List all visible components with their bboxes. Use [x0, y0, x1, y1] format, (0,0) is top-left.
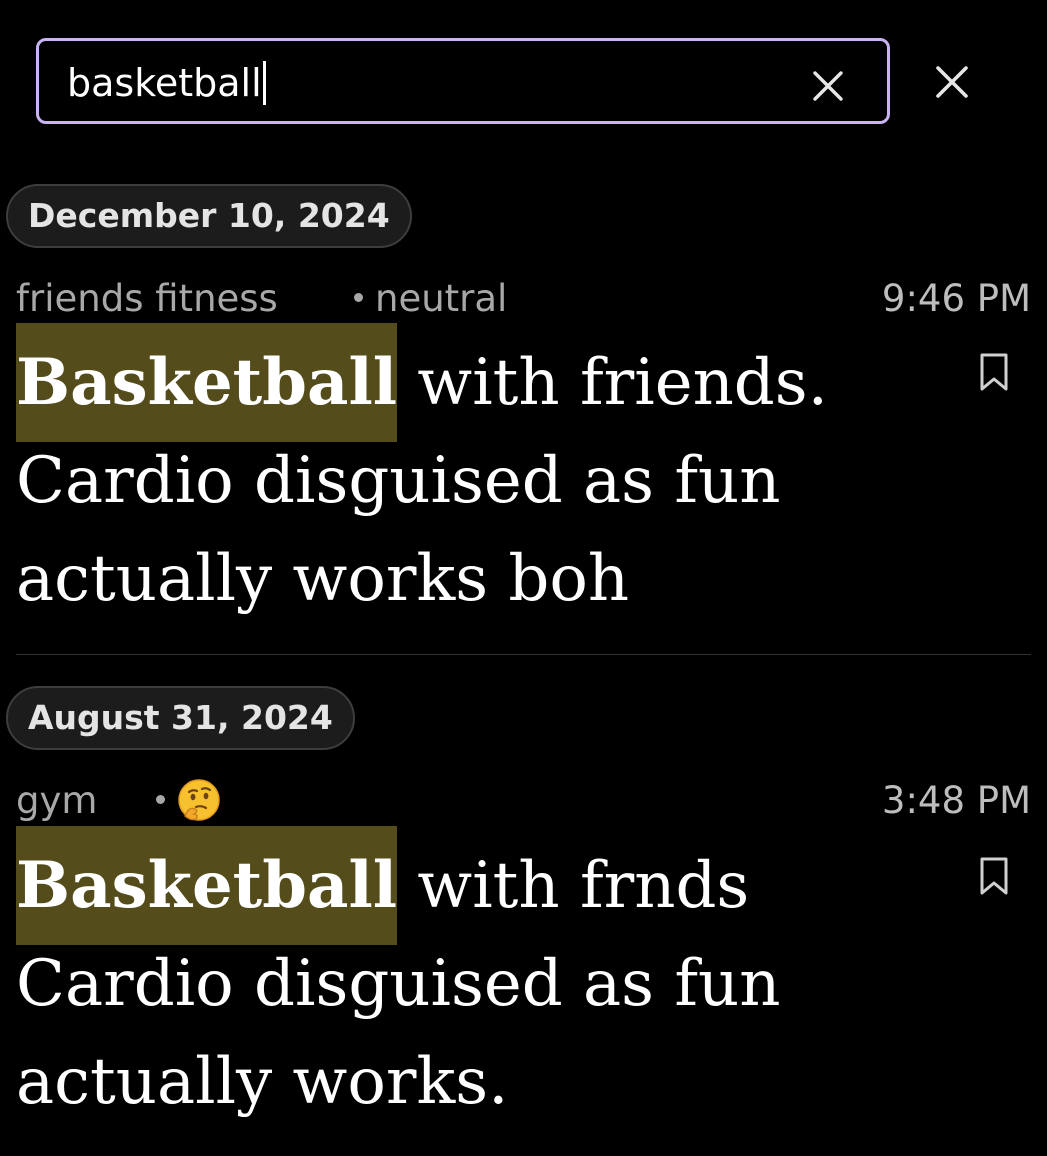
- separator-dot: [354, 293, 363, 302]
- entry-meta: friends fitness neutral 9:46 PM: [16, 276, 1031, 322]
- search-match-highlight: Basketball: [16, 826, 398, 945]
- search-field[interactable]: basketball: [36, 38, 890, 124]
- close-x-icon[interactable]: [934, 64, 970, 100]
- mood-label: neutral: [375, 277, 508, 320]
- entry-body[interactable]: Basketball with friends. Cardio disguise…: [16, 323, 946, 628]
- bookmark-icon[interactable]: [978, 352, 1010, 392]
- text-caret: [262, 61, 266, 105]
- entry-divider: [16, 654, 1031, 655]
- search-input[interactable]: basketball: [67, 61, 266, 105]
- entry-mood: [156, 778, 221, 825]
- date-badge: December 10, 2024: [6, 184, 412, 248]
- bookmark-icon[interactable]: [978, 856, 1010, 896]
- search-input-value[interactable]: basketball: [67, 61, 262, 105]
- entry-time: 9:46 PM: [881, 277, 1031, 320]
- entry-body[interactable]: Basketball with frnds Cardio disguised a…: [16, 826, 946, 1131]
- entry-tag: friends fitness: [16, 277, 278, 320]
- clear-x-icon[interactable]: [811, 69, 845, 103]
- entry-meta: gym 3:48 PM: [16, 778, 1031, 824]
- separator-dot: [156, 795, 165, 804]
- search-match-highlight: Basketball: [16, 323, 398, 442]
- entry-time: 3:48 PM: [881, 779, 1031, 822]
- thinking-face-emoji-icon: [178, 778, 220, 821]
- date-badge: August 31, 2024: [6, 686, 355, 750]
- entry-mood: neutral: [354, 276, 507, 322]
- entry-tag: gym: [16, 779, 98, 822]
